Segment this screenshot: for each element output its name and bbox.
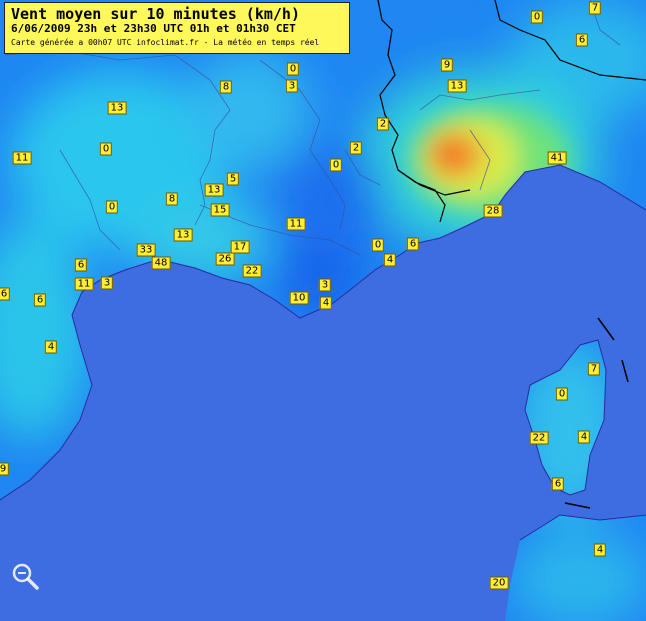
station-label[interactable]: 10 [289, 291, 309, 305]
station-label[interactable]: 6 [0, 287, 11, 301]
station-label[interactable]: 0 [286, 62, 300, 76]
station-label[interactable]: 6 [575, 33, 589, 47]
station-label[interactable]: 7 [587, 362, 601, 376]
map-title: Vent moyen sur 10 minutes (km/h) [11, 5, 300, 23]
station-label[interactable]: 48 [151, 256, 171, 270]
station-label[interactable]: 2 [376, 117, 390, 131]
station-label[interactable]: 2 [349, 141, 363, 155]
station-label[interactable]: 22 [529, 431, 549, 445]
station-label[interactable]: 41 [547, 151, 567, 165]
station-label[interactable]: 9 [0, 462, 10, 476]
station-label[interactable]: 4 [319, 296, 333, 310]
station-label[interactable]: 15 [210, 203, 230, 217]
station-label[interactable]: 3 [100, 276, 114, 290]
station-label[interactable]: 0 [530, 10, 544, 24]
station-label[interactable]: 11 [286, 217, 306, 231]
station-label[interactable]: 8 [219, 80, 233, 94]
station-label[interactable]: 11 [12, 151, 32, 165]
station-label[interactable]: 33 [136, 243, 156, 257]
station-label[interactable]: 6 [406, 237, 420, 251]
station-label[interactable]: 0 [329, 158, 343, 172]
map-credit: Carte générée a 00h07 UTC infoclimat.fr … [11, 37, 320, 47]
station-label[interactable]: 9 [440, 58, 454, 72]
station-label[interactable]: 0 [371, 238, 385, 252]
station-label[interactable]: 28 [483, 204, 503, 218]
station-label[interactable]: 3 [318, 278, 332, 292]
station-label[interactable]: 7 [588, 1, 602, 15]
station-label[interactable]: 13 [173, 228, 193, 242]
station-label[interactable]: 4 [44, 340, 58, 354]
station-label[interactable]: 13 [107, 101, 127, 115]
station-label[interactable]: 11 [74, 277, 94, 291]
station-label[interactable]: 6 [551, 477, 565, 491]
map-subtitle: 6/06/2009 23h et 23h30 UTC 01h et 01h30 … [11, 22, 296, 36]
station-label[interactable]: 6 [74, 258, 88, 272]
station-label[interactable]: 3 [285, 79, 299, 93]
station-label[interactable]: 4 [383, 253, 397, 267]
station-label[interactable]: 4 [577, 430, 591, 444]
station-label[interactable]: 0 [99, 142, 113, 156]
station-label[interactable]: 13 [447, 79, 467, 93]
magnifier-zoom-icon[interactable] [10, 561, 40, 591]
station-label[interactable]: 22 [242, 264, 262, 278]
station-label[interactable]: 20 [489, 576, 509, 590]
station-label[interactable]: 26 [215, 252, 235, 266]
station-label[interactable]: 0 [555, 387, 569, 401]
wind-map [0, 0, 646, 621]
station-label[interactable]: 0 [105, 200, 119, 214]
station-label[interactable]: 8 [165, 192, 179, 206]
map-title-box: Vent moyen sur 10 minutes (km/h) 6/06/20… [4, 2, 350, 54]
station-label[interactable]: 5 [226, 172, 240, 186]
station-label[interactable]: 13 [204, 183, 224, 197]
station-label[interactable]: 6 [33, 293, 47, 307]
station-label[interactable]: 4 [593, 543, 607, 557]
